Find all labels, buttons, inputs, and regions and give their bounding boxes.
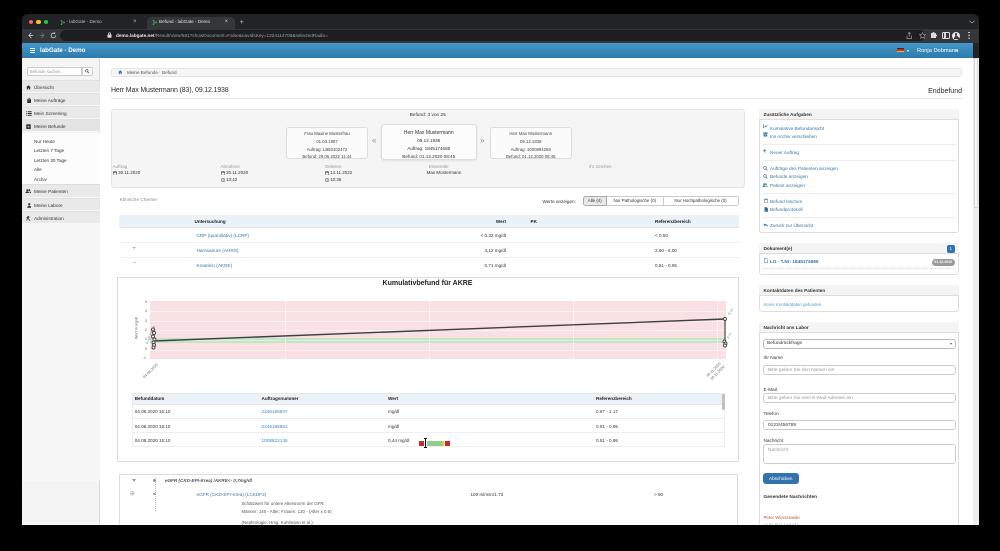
svg-text:0.77: 0.77 — [726, 331, 733, 339]
svg-text:-3.13: -3.13 — [726, 307, 734, 316]
svg-text:04.08.2020: 04.08.2020 — [142, 362, 158, 378]
svg-text:0.74: 0.74 — [144, 337, 151, 345]
